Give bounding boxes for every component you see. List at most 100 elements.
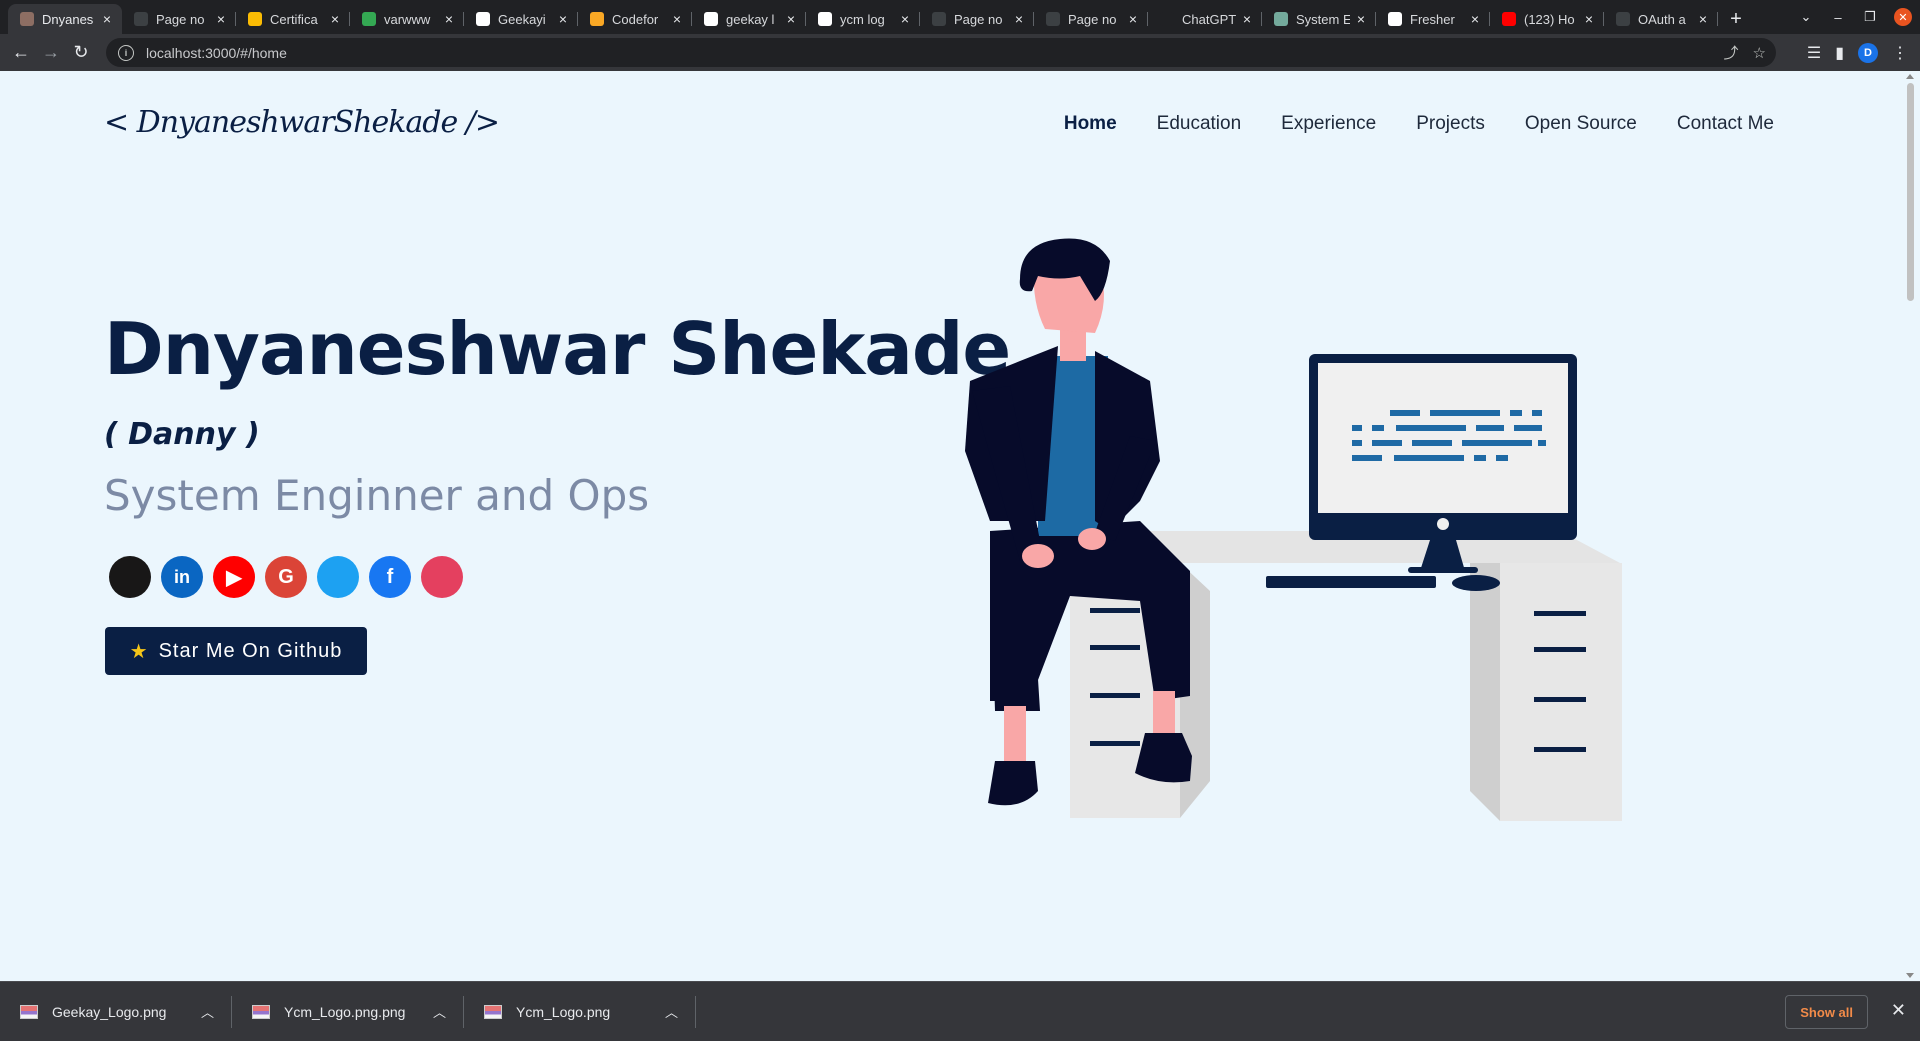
browser-tab[interactable]: ChatGPT × bbox=[1148, 4, 1262, 34]
tab-close-icon[interactable]: × bbox=[1126, 11, 1140, 27]
tab-favicon-icon bbox=[590, 12, 604, 26]
hero-name: Dnyaneshwar Shekade bbox=[104, 307, 1011, 391]
tab-close-icon[interactable]: × bbox=[328, 11, 342, 27]
facebook-glyph: f bbox=[386, 565, 394, 588]
browser-tab[interactable]: Page no × bbox=[920, 4, 1034, 34]
scroll-down-arrow-icon[interactable] bbox=[1906, 973, 1914, 978]
youtube-glyph: ▶ bbox=[226, 566, 242, 589]
hero-nickname: ( Danny ) bbox=[104, 417, 260, 452]
nav-contact-me[interactable]: Contact Me bbox=[1677, 113, 1774, 135]
tab-title: ycm log bbox=[840, 11, 885, 27]
star-github-button[interactable]: ★ Star Me On Github bbox=[105, 627, 367, 675]
tab-title: Certifica bbox=[270, 11, 318, 27]
tab-list: Dnyanes × Page no × Certifica × varwww × Geekayi… bbox=[0, 0, 1718, 34]
tab-close-icon[interactable]: × bbox=[1696, 11, 1710, 27]
image-file-icon bbox=[252, 1004, 270, 1019]
youtube-icon[interactable]: ▶ bbox=[213, 556, 255, 598]
bookmark-star-icon[interactable]: ☆ bbox=[1753, 44, 1766, 62]
forward-icon[interactable]: → bbox=[36, 38, 66, 68]
chevron-up-icon[interactable]: ︿ bbox=[433, 1002, 446, 1021]
tab-favicon-icon bbox=[476, 12, 490, 26]
download-item[interactable]: Geekay_Logo.png ︿ bbox=[0, 982, 232, 1041]
nav-open-source[interactable]: Open Source bbox=[1525, 113, 1637, 135]
browser-tab[interactable]: varwww × bbox=[350, 4, 464, 34]
instagram-icon[interactable] bbox=[421, 556, 463, 598]
page-scrollbar[interactable] bbox=[1900, 71, 1920, 981]
tab-close-icon[interactable]: × bbox=[1582, 11, 1596, 27]
github-icon[interactable] bbox=[109, 556, 151, 598]
tab-close-icon[interactable]: × bbox=[784, 11, 798, 27]
download-item[interactable]: Ycm_Logo.png ︿ bbox=[464, 982, 696, 1041]
tab-close-icon[interactable]: × bbox=[1012, 11, 1026, 27]
nav-projects[interactable]: Projects bbox=[1416, 113, 1485, 135]
site-logo[interactable]: < DnyaneshwarShekade /> bbox=[104, 105, 500, 140]
menu-dots-icon[interactable]: ⋮ bbox=[1892, 43, 1908, 63]
show-all-downloads-button[interactable]: Show all bbox=[1785, 995, 1868, 1029]
browser-tab[interactable]: Geekayi × bbox=[464, 4, 578, 34]
tab-close-icon[interactable]: × bbox=[670, 11, 684, 27]
google-glyph: G bbox=[278, 565, 294, 588]
browser-tab[interactable]: System E × bbox=[1262, 4, 1376, 34]
reload-icon[interactable]: ↻ bbox=[66, 38, 96, 68]
nav-home[interactable]: Home bbox=[1064, 113, 1117, 135]
tab-close-icon[interactable]: × bbox=[214, 11, 228, 27]
browser-toolbar: ← → ↻ i localhost:3000/#/home ⤴ ☆ ☰ ▮ D … bbox=[0, 34, 1920, 71]
tab-title: Geekayi bbox=[498, 11, 546, 27]
tab-favicon-icon bbox=[1388, 12, 1402, 26]
browser-tab[interactable]: (123) Ho × bbox=[1490, 4, 1604, 34]
nav-education[interactable]: Education bbox=[1157, 113, 1242, 135]
chevron-up-icon[interactable]: ︿ bbox=[201, 1002, 214, 1021]
reading-list-icon[interactable]: ☰ bbox=[1807, 43, 1821, 63]
scrollbar-thumb[interactable] bbox=[1907, 83, 1914, 301]
maximize-icon[interactable]: ❐ bbox=[1854, 9, 1886, 25]
download-item[interactable]: Ycm_Logo.png.png ︿ bbox=[232, 982, 464, 1041]
linkedin-glyph: in bbox=[174, 566, 190, 587]
tab-close-icon[interactable]: × bbox=[556, 11, 570, 27]
close-downloads-icon[interactable]: ✕ bbox=[1891, 1000, 1906, 1021]
browser-tab[interactable]: Page no × bbox=[1034, 4, 1148, 34]
nav-experience[interactable]: Experience bbox=[1281, 113, 1376, 135]
tab-title: (123) Ho bbox=[1524, 11, 1575, 27]
google-icon[interactable]: G bbox=[265, 556, 307, 598]
side-panel-icon[interactable]: ▮ bbox=[1835, 43, 1844, 63]
browser-tab[interactable]: Page no × bbox=[122, 4, 236, 34]
tab-search-icon[interactable]: ⌄ bbox=[1790, 9, 1822, 25]
tab-close-icon[interactable]: × bbox=[442, 11, 456, 27]
site-info-icon[interactable]: i bbox=[118, 44, 134, 61]
tab-title: Codefor bbox=[612, 11, 659, 27]
browser-tab[interactable]: Dnyanes × bbox=[8, 4, 122, 34]
twitter-icon[interactable] bbox=[317, 556, 359, 598]
browser-tab[interactable]: Fresher × bbox=[1376, 4, 1490, 34]
new-tab-button[interactable]: + bbox=[1718, 4, 1754, 34]
logo-text: < DnyaneshwarShekade /> bbox=[104, 105, 500, 140]
back-icon[interactable]: ← bbox=[6, 38, 36, 68]
tab-title: Dnyanes bbox=[42, 11, 94, 27]
scroll-up-arrow-icon[interactable] bbox=[1906, 74, 1914, 79]
tab-close-icon[interactable]: × bbox=[898, 11, 912, 27]
tab-close-icon[interactable]: × bbox=[1354, 11, 1368, 27]
profile-avatar[interactable]: D bbox=[1858, 42, 1878, 63]
browser-tab[interactable]: Certifica × bbox=[236, 4, 350, 34]
linkedin-icon[interactable]: in bbox=[161, 556, 203, 598]
image-file-icon bbox=[484, 1004, 502, 1019]
close-window-icon[interactable]: ✕ bbox=[1894, 8, 1912, 26]
tab-close-icon[interactable]: × bbox=[1240, 11, 1254, 27]
address-bar[interactable]: i localhost:3000/#/home ⤴ ☆ bbox=[106, 38, 1776, 67]
chevron-up-icon[interactable]: ︿ bbox=[665, 1002, 678, 1021]
tab-close-icon[interactable]: × bbox=[100, 11, 114, 27]
browser-tab[interactable]: geekay l × bbox=[692, 4, 806, 34]
browser-tab[interactable]: Codefor × bbox=[578, 4, 692, 34]
downloads-bar: Geekay_Logo.png ︿ Ycm_Logo.png.png ︿ Ycm… bbox=[0, 981, 1920, 1041]
tab-close-icon[interactable]: × bbox=[1468, 11, 1482, 27]
tab-favicon-icon bbox=[932, 12, 946, 26]
browser-tab[interactable]: OAuth a × bbox=[1604, 4, 1718, 34]
minimize-icon[interactable]: – bbox=[1822, 10, 1854, 25]
tab-strip: Dnyanes × Page no × Certifica × varwww × Geekayi… bbox=[0, 0, 1920, 34]
facebook-icon[interactable]: f bbox=[369, 556, 411, 598]
tab-favicon-icon bbox=[20, 12, 34, 26]
url-text: localhost:3000/#/home bbox=[146, 44, 287, 61]
browser-tab[interactable]: ycm log × bbox=[806, 4, 920, 34]
share-icon[interactable]: ⤴ bbox=[1724, 42, 1739, 63]
download-filename: Ycm_Logo.png bbox=[516, 1003, 611, 1020]
star-button-label: Star Me On Github bbox=[158, 639, 343, 662]
